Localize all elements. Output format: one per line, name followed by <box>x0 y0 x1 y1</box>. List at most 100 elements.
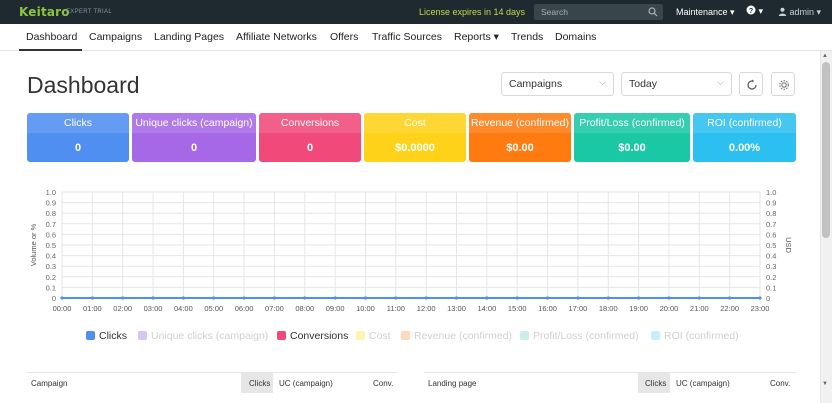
metric-card-profit-loss-confirmed[interactable]: Profit/Loss (confirmed) $0.00 <box>574 113 690 162</box>
metric-card-roi-confirmed[interactable]: ROI (confirmed) 0.00% <box>693 113 796 162</box>
metric-card-conversions[interactable]: Conversions 0 <box>259 113 361 162</box>
entity-select-value: Campaigns <box>509 78 563 90</box>
gear-icon <box>779 80 789 90</box>
legend-item[interactable]: Cost <box>356 330 391 342</box>
x-tick-label: 17:00 <box>569 304 588 313</box>
nav-landing-pages[interactable]: Landing Pages <box>154 31 224 43</box>
y-tick-label: 0.8 <box>46 209 56 218</box>
metric-label: Unique clicks (campaign) <box>132 113 256 133</box>
nav-domains[interactable]: Domains <box>555 31 596 43</box>
column-clicks[interactable]: Clicks <box>249 379 270 388</box>
nav-dashboard[interactable]: Dashboard <box>26 31 77 43</box>
column-campaign[interactable]: Campaign <box>31 379 67 388</box>
x-tick-label: 12:00 <box>417 304 436 313</box>
settings-button[interactable] <box>771 72 795 96</box>
entity-select[interactable]: Campaigns ⌵ <box>501 72 614 96</box>
metric-card-clicks[interactable]: Clicks 0 <box>27 113 129 162</box>
x-tick-label: 21:00 <box>690 304 709 313</box>
legend-item[interactable]: ROI (confirmed) <box>651 330 739 342</box>
legend-swatch <box>138 331 147 340</box>
x-tick-label: 18:00 <box>599 304 618 313</box>
maintenance-menu[interactable]: Maintenance ▾ <box>676 7 735 18</box>
metric-value: 0 <box>306 142 314 154</box>
legend-item[interactable]: Unique clicks (campaign) <box>138 330 268 342</box>
column-uc-campaign[interactable]: UC (campaign) <box>676 379 730 388</box>
x-tick-label: 16:00 <box>538 304 557 313</box>
y-tick-label: 0.3 <box>46 262 56 271</box>
y2-tick-label: 0.6 <box>766 230 776 239</box>
svg-text:?: ? <box>749 8 753 15</box>
x-tick-label: 08:00 <box>295 304 314 313</box>
legend-item[interactable]: Profit/Loss (confirmed) <box>520 330 639 342</box>
metric-label: Revenue (confirmed) <box>469 113 571 133</box>
data-point <box>272 296 277 300</box>
license-notice[interactable]: License expires in 14 days <box>419 7 525 17</box>
legend-label: ROI (confirmed) <box>664 330 739 342</box>
y2-tick-label: 0.7 <box>766 220 776 229</box>
nav-traffic-sources[interactable]: Traffic Sources <box>372 31 442 43</box>
data-point <box>515 296 519 300</box>
legend-item[interactable]: Clicks <box>86 330 127 342</box>
data-point <box>181 296 185 300</box>
help-menu[interactable]: ? ▾ <box>746 5 763 17</box>
y-tick-label: 0.6 <box>46 230 56 239</box>
metric-value: $0.00 <box>506 142 534 154</box>
column-conversions[interactable]: Conv. <box>373 379 393 388</box>
scrollbar-thumb[interactable] <box>822 62 830 238</box>
data-point <box>363 296 368 300</box>
data-point <box>303 296 307 300</box>
active-tab-indicator <box>19 49 82 51</box>
metric-card-unique-clicks-campaign[interactable]: Unique clicks (campaign) 0 <box>132 113 256 162</box>
y-tick-label: 1.0 <box>46 188 56 197</box>
metric-label: Profit/Loss (confirmed) <box>574 113 690 133</box>
y2-tick-label: 0.2 <box>766 273 776 282</box>
period-select-value: Today <box>629 78 658 90</box>
x-tick-label: 20:00 <box>660 304 679 313</box>
x-tick-label: 22:00 <box>720 304 739 313</box>
metric-card-cost[interactable]: Cost $0.0000 <box>364 113 466 162</box>
search-box[interactable]: Search <box>534 4 663 20</box>
user-menu[interactable]: admin ▾ <box>778 7 821 18</box>
data-point <box>728 296 732 300</box>
nav-trends[interactable]: Trends <box>511 31 543 43</box>
data-point <box>697 296 701 300</box>
hourly-chart[interactable]: 0 00.1 0.10.2 0.20.3 0.30.4 0.40.5 0.50.6 0.60.… <box>0 180 820 350</box>
legend-item[interactable]: Conversions <box>277 330 348 342</box>
nav-campaigns[interactable]: Campaigns <box>89 31 142 43</box>
nav-offers[interactable]: Offers <box>330 31 358 43</box>
scroll-down-arrow-icon[interactable]: ▼ <box>822 381 828 387</box>
refresh-icon <box>747 79 757 90</box>
app-logo[interactable]: Keitaro <box>19 5 70 19</box>
period-select[interactable]: Today ⌵ <box>621 72 732 96</box>
data-point <box>637 296 641 300</box>
y-tick-label: 0.4 <box>46 252 56 261</box>
refresh-button[interactable] <box>739 72 763 96</box>
y-tick-label: 0.7 <box>46 220 56 229</box>
legend-swatch <box>651 331 660 340</box>
data-point <box>242 296 246 300</box>
y2-tick-label: 0 <box>766 294 770 303</box>
column-clicks[interactable]: Clicks <box>645 379 666 388</box>
search-icon[interactable] <box>648 7 658 17</box>
legend-swatch <box>356 331 365 340</box>
search-input[interactable]: Search <box>541 7 568 17</box>
landing-table-header: Landing page Clicks UC (campaign) Conv. <box>424 372 796 393</box>
column-landing-page[interactable]: Landing page <box>428 379 477 388</box>
nav-reports[interactable]: Reports ▾ <box>454 31 499 43</box>
legend-swatch <box>277 331 286 340</box>
scroll-up-arrow-icon[interactable]: ▲ <box>822 53 828 59</box>
x-tick-label: 00:00 <box>53 304 72 313</box>
column-uc-campaign[interactable]: UC (campaign) <box>279 379 333 388</box>
legend-label: Clicks <box>99 330 127 342</box>
data-point <box>121 296 125 300</box>
chevron-down-icon: ⌵ <box>599 77 606 87</box>
y-tick-label: 0.1 <box>46 283 56 292</box>
nav-affiliate-networks[interactable]: Affiliate Networks <box>236 31 317 43</box>
legend-item[interactable]: Revenue (confirmed) <box>401 330 512 342</box>
y2-tick-label: 0.1 <box>766 283 776 292</box>
x-tick-label: 01:00 <box>83 304 102 313</box>
column-conversions[interactable]: Conv. <box>770 379 790 388</box>
y-tick-label: 0.5 <box>46 241 56 250</box>
metric-card-revenue-confirmed[interactable]: Revenue (confirmed) $0.00 <box>469 113 571 162</box>
y2-axis-title: USD <box>784 237 793 253</box>
